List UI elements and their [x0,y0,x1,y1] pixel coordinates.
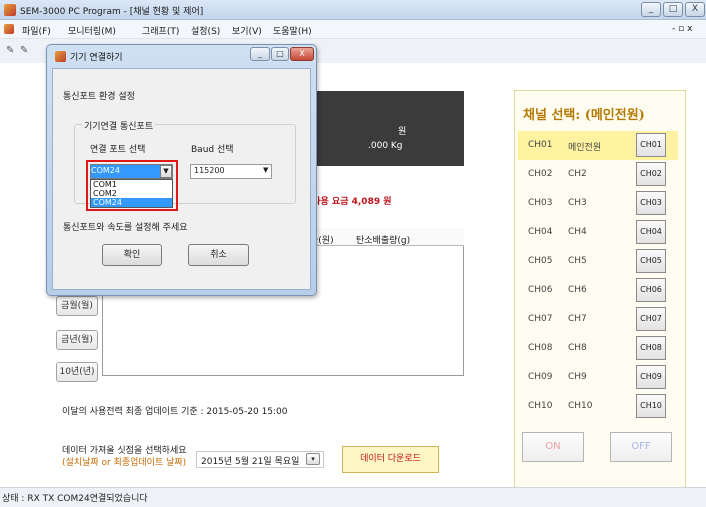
window-title: SEM-3000 PC Program - [채널 현황 및 제어] [20,7,204,17]
menu-bar: 파일(F) 모니터링(M) 그래프(T) 설정(S) 보기(V) 도움말(H) … [0,20,706,39]
column-co2[interactable]: 탄소배출량(g) [356,233,410,246]
this-month-button[interactable]: 금월(월) [56,296,98,316]
menu-help[interactable]: 도움말(H) [273,24,312,37]
port-label: 연결 포트 선택 [90,145,146,155]
menu-graph[interactable]: 그래프(T) [142,24,179,37]
on-button[interactable]: ON [522,432,584,462]
channel-row[interactable]: CH09 CH9 CH09 [518,363,678,392]
usage-fee: ! 사용 요금 4,089 원 [305,197,392,207]
pencil-icon[interactable]: ✎ [6,45,14,56]
channel-id: CH04 [528,227,553,237]
channel-id: CH03 [528,198,553,208]
channel-row[interactable]: CH04 CH4 CH04 [518,218,678,247]
last-update-text: 이달의 사용전력 최종 업데이트 기준 : 2015-05-20 15:00 [62,407,288,417]
close-button[interactable]: X [685,2,705,17]
channel-select-button[interactable]: CH03 [636,191,666,215]
channel-title: 채널 선택: (메인전원) [523,108,645,123]
channel-id: CH09 [528,372,553,382]
menu-settings[interactable]: 설정(S) [191,24,220,37]
channel-row[interactable]: CH06 CH6 CH06 [518,276,678,305]
channel-row[interactable]: CH10 CH10 CH10 [518,392,678,421]
channel-name: CH3 [568,198,587,208]
app-icon [4,4,16,16]
channel-id: CH06 [528,285,553,295]
ten-years-button[interactable]: 10년(년) [56,362,98,382]
date-picker[interactable]: 2015년 5월 21일 목요일 [196,451,324,468]
won-unit-label: 원 [398,127,407,137]
baud-chevron-down-icon[interactable]: ▼ [263,166,268,174]
highlight-frame [86,160,178,211]
kg-value: .000 Kg [368,141,403,151]
channel-select-button[interactable]: CH02 [636,162,666,186]
channel-select-button[interactable]: CH09 [636,365,666,389]
channel-id: CH01 [528,140,553,150]
port-group-label: 기기연결 통신포트 [82,119,156,132]
channel-row[interactable]: CH07 CH7 CH07 [518,305,678,334]
off-button[interactable]: OFF [610,432,672,462]
dialog-heading: 통신포트 환경 설정 [63,92,135,102]
channel-name: CH6 [568,285,587,295]
ok-button[interactable]: 확인 [102,244,162,266]
dialog-minimize-button[interactable]: _ [250,47,270,61]
dialog-title: 기기 연결하기 [70,53,123,63]
menu-view[interactable]: 보기(V) [232,24,262,37]
channel-id: CH08 [528,343,553,353]
dialog-maximize-button[interactable]: □ [271,47,289,61]
download-data-button[interactable]: 데이터 다운로드 [342,446,439,473]
status-text: 상태 : RX TX COM24연결되었습니다 [2,494,148,504]
menu-file[interactable]: 파일(F) [22,24,51,37]
calendar-dropdown-icon[interactable]: ▾ [306,453,320,465]
channel-name: CH2 [568,169,587,179]
channel-row[interactable]: CH01 메인전원 CH01 [518,131,678,160]
minimize-button[interactable]: _ [641,2,661,17]
channel-id: CH07 [528,314,553,324]
baud-select-value: 115200 [194,166,225,175]
channel-name: CH7 [568,314,587,324]
channel-select-button[interactable]: CH01 [636,133,666,157]
date-pick-hint: (설치날짜 or 최종업데이트 날짜) [62,458,187,468]
channel-row[interactable]: CH08 CH8 CH08 [518,334,678,363]
dialog-app-icon [55,51,66,62]
channel-select-button[interactable]: CH07 [636,307,666,331]
channel-id: CH10 [528,401,553,411]
channel-id: CH02 [528,169,553,179]
dialog-hint: 통신포트와 속도를 설정해 주세요 [63,223,188,233]
channel-row[interactable]: CH05 CH5 CH05 [518,247,678,276]
channel-name: 메인전원 [568,143,602,153]
menu-monitoring[interactable]: 모니터링(M) [68,24,116,37]
mdi-controls[interactable]: - ▫ x [672,24,692,34]
cancel-button[interactable]: 취소 [188,244,249,266]
channel-row[interactable]: CH02 CH2 CH02 [518,160,678,189]
channel-select-button[interactable]: CH10 [636,394,666,418]
tool-icon[interactable]: ✎ [20,45,28,56]
mdi-icon [4,24,14,34]
channel-name: CH5 [568,256,587,266]
maximize-button[interactable]: □ [663,2,683,17]
channel-name: CH4 [568,227,587,237]
channel-name: CH10 [568,401,593,411]
channel-select-button[interactable]: CH08 [636,336,666,360]
channel-select-button[interactable]: CH06 [636,278,666,302]
baud-label: Baud 선택 [191,145,234,155]
channel-name: CH9 [568,372,587,382]
this-year-button[interactable]: 금년(월) [56,330,98,350]
dialog-close-button[interactable]: X [290,47,314,61]
channel-id: CH05 [528,256,553,266]
channel-name: CH8 [568,343,587,353]
channel-row[interactable]: CH03 CH3 CH03 [518,189,678,218]
channel-select-button[interactable]: CH05 [636,249,666,273]
channel-select-button[interactable]: CH04 [636,220,666,244]
